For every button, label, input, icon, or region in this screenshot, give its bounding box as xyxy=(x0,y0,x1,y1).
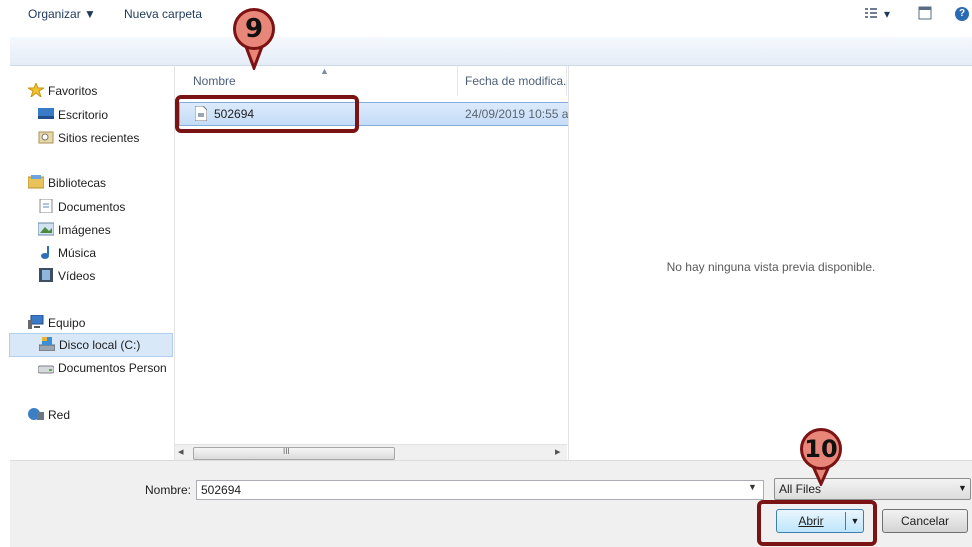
nav-network[interactable]: Red xyxy=(10,404,172,426)
music-icon xyxy=(38,245,54,259)
preview-pane: No hay ninguna vista previa disponible. xyxy=(568,66,972,460)
view-dropdown-button[interactable]: ▾ xyxy=(884,7,890,21)
nav-item-disco-local[interactable]: Disco local (C:) xyxy=(9,333,173,357)
nav-network-label: Red xyxy=(48,408,71,422)
nav-item-label: Música xyxy=(58,246,97,260)
highlight-open-button xyxy=(757,500,877,546)
nav-item-documentos-person[interactable]: Documentos Person xyxy=(10,357,172,379)
pictures-icon xyxy=(37,222,55,236)
preview-pane-icon[interactable] xyxy=(918,6,932,20)
nav-computer[interactable]: Equipo xyxy=(10,312,172,334)
chevron-down-icon: ▼ xyxy=(958,483,967,493)
column-separator[interactable] xyxy=(457,66,458,96)
filename-label: Nombre: xyxy=(145,483,192,497)
nav-item-musica[interactable]: Música xyxy=(10,242,172,264)
command-toolbar xyxy=(10,37,972,66)
new-folder-button[interactable]: Nueva carpeta xyxy=(124,7,202,21)
navigation-pane: Favoritos Escritorio Sitios recientes Bi… xyxy=(9,66,173,460)
view-options-icon[interactable] xyxy=(864,6,878,20)
filename-input[interactable]: 502694 xyxy=(196,480,764,500)
nav-item-label: Sitios recientes xyxy=(58,131,140,145)
nav-favorites[interactable]: Favoritos xyxy=(10,80,172,102)
file-type-select[interactable]: All Files ▼ xyxy=(774,478,971,500)
step-marker: 10 xyxy=(800,428,842,470)
grip-icon: III xyxy=(283,447,290,456)
nav-item-sitios-recientes[interactable]: Sitios recientes xyxy=(10,127,172,149)
nav-computer-label: Equipo xyxy=(48,316,86,330)
organize-menu[interactable]: Organizar ▼ xyxy=(28,7,96,21)
drive-icon xyxy=(37,360,55,374)
scroll-left-icon[interactable]: ◂ xyxy=(178,445,184,458)
nav-item-label: Imágenes xyxy=(58,223,111,237)
nav-item-videos[interactable]: Vídeos xyxy=(10,265,172,287)
column-separator[interactable] xyxy=(566,66,567,96)
nav-item-imagenes[interactable]: Imágenes xyxy=(10,219,172,241)
step-marker: 9 xyxy=(233,8,275,50)
nav-item-label: Documentos xyxy=(58,200,126,214)
nav-favorites-label: Favoritos xyxy=(48,84,98,98)
sort-ascending-icon: ▲ xyxy=(320,66,329,76)
nav-item-label: Documentos Person xyxy=(58,361,167,375)
cancel-button[interactable]: Cancelar xyxy=(882,509,968,533)
nav-libraries[interactable]: Bibliotecas xyxy=(10,172,172,194)
libraries-icon xyxy=(27,175,45,189)
nav-item-escritorio[interactable]: Escritorio xyxy=(10,104,172,126)
network-icon xyxy=(28,407,44,421)
documents-icon xyxy=(38,198,54,214)
nav-item-documentos[interactable]: Documentos xyxy=(10,196,172,218)
scroll-right-icon[interactable]: ▸ xyxy=(555,445,561,458)
column-header-name[interactable]: Nombre xyxy=(193,74,236,88)
nav-item-label: Escritorio xyxy=(58,108,109,122)
help-icon[interactable]: ? xyxy=(955,7,969,21)
recent-places-icon xyxy=(38,130,54,144)
nav-item-label: Disco local (C:) xyxy=(59,338,141,352)
preview-message: No hay ninguna vista previa disponible. xyxy=(666,260,876,274)
column-header-date[interactable]: Fecha de modifica. xyxy=(465,74,566,88)
computer-icon xyxy=(28,314,44,329)
scrollbar-thumb[interactable]: III xyxy=(193,447,395,460)
horizontal-scrollbar[interactable]: ◂ III ▸ xyxy=(175,444,567,461)
nav-item-label: Vídeos xyxy=(58,269,96,283)
highlight-file-row xyxy=(175,95,359,133)
nav-libraries-label: Bibliotecas xyxy=(48,176,107,190)
star-icon xyxy=(26,81,46,99)
desktop-icon xyxy=(38,107,54,121)
videos-icon xyxy=(38,268,54,282)
filename-dropdown-icon[interactable]: ▼ xyxy=(748,482,757,492)
file-date: 24/09/2019 10:55 a. xyxy=(465,107,572,121)
local-disk-icon xyxy=(38,337,56,352)
